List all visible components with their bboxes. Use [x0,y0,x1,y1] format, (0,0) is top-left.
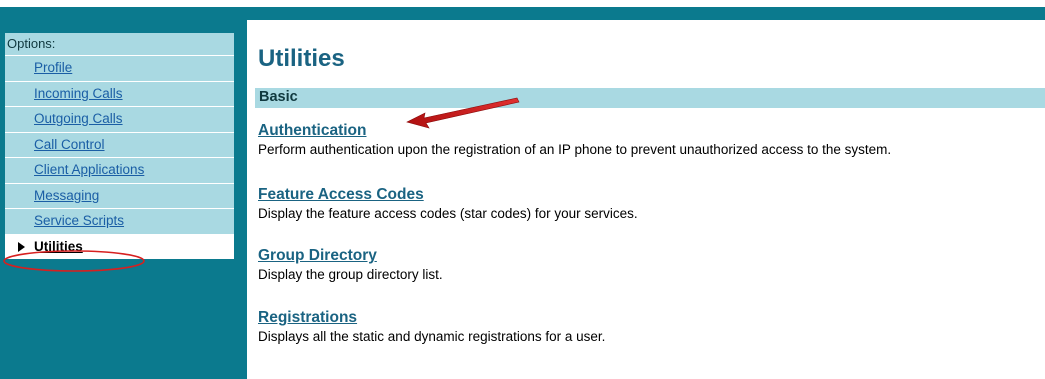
red-circle-icon [3,250,145,272]
feature-access-codes-link[interactable]: Feature Access Codes [258,186,638,206]
options-title: Options: [7,36,56,51]
entry-feature-access-codes: Feature Access Codes Display the feature… [258,186,638,221]
entry-description: Displays all the static and dynamic regi… [258,329,606,344]
sidebar-item-profile[interactable]: Profile [5,55,234,81]
entry-group-directory: Group Directory Display the group direct… [258,247,443,282]
entry-description: Perform authentication upon the registra… [258,142,892,157]
options-menu: Options: Profile Incoming Calls Outgoing… [5,33,234,259]
entry-authentication: Authentication Perform authentication up… [258,122,891,157]
authentication-link[interactable]: Authentication [258,122,891,142]
sidebar-item-service-scripts[interactable]: Service Scripts [5,208,234,234]
entry-registrations: Registrations Displays all the static an… [258,309,605,344]
top-banner [0,0,1045,20]
sidebar-item-incoming-calls[interactable]: Incoming Calls [5,80,234,107]
entry-description: Display the feature access codes (star c… [258,206,638,221]
main-content: Utilities Basic Authentication Perform a… [247,20,1045,379]
entry-description: Display the group directory list. [258,267,443,282]
sidebar-item-messaging[interactable]: Messaging [5,182,234,209]
registrations-link[interactable]: Registrations [258,309,605,329]
sidebar-item-client-applications[interactable]: Client Applications [5,157,234,183]
sidebar-item-outgoing-calls[interactable]: Outgoing Calls [5,106,234,132]
red-arrow-icon [406,97,520,129]
section-title: Basic [259,89,298,105]
section-header: Basic [255,88,1045,108]
page-title: Utilities [258,45,345,72]
group-directory-link[interactable]: Group Directory [258,247,443,267]
top-banner-strip [0,7,1045,20]
sidebar-item-call-control[interactable]: Call Control [5,131,234,158]
